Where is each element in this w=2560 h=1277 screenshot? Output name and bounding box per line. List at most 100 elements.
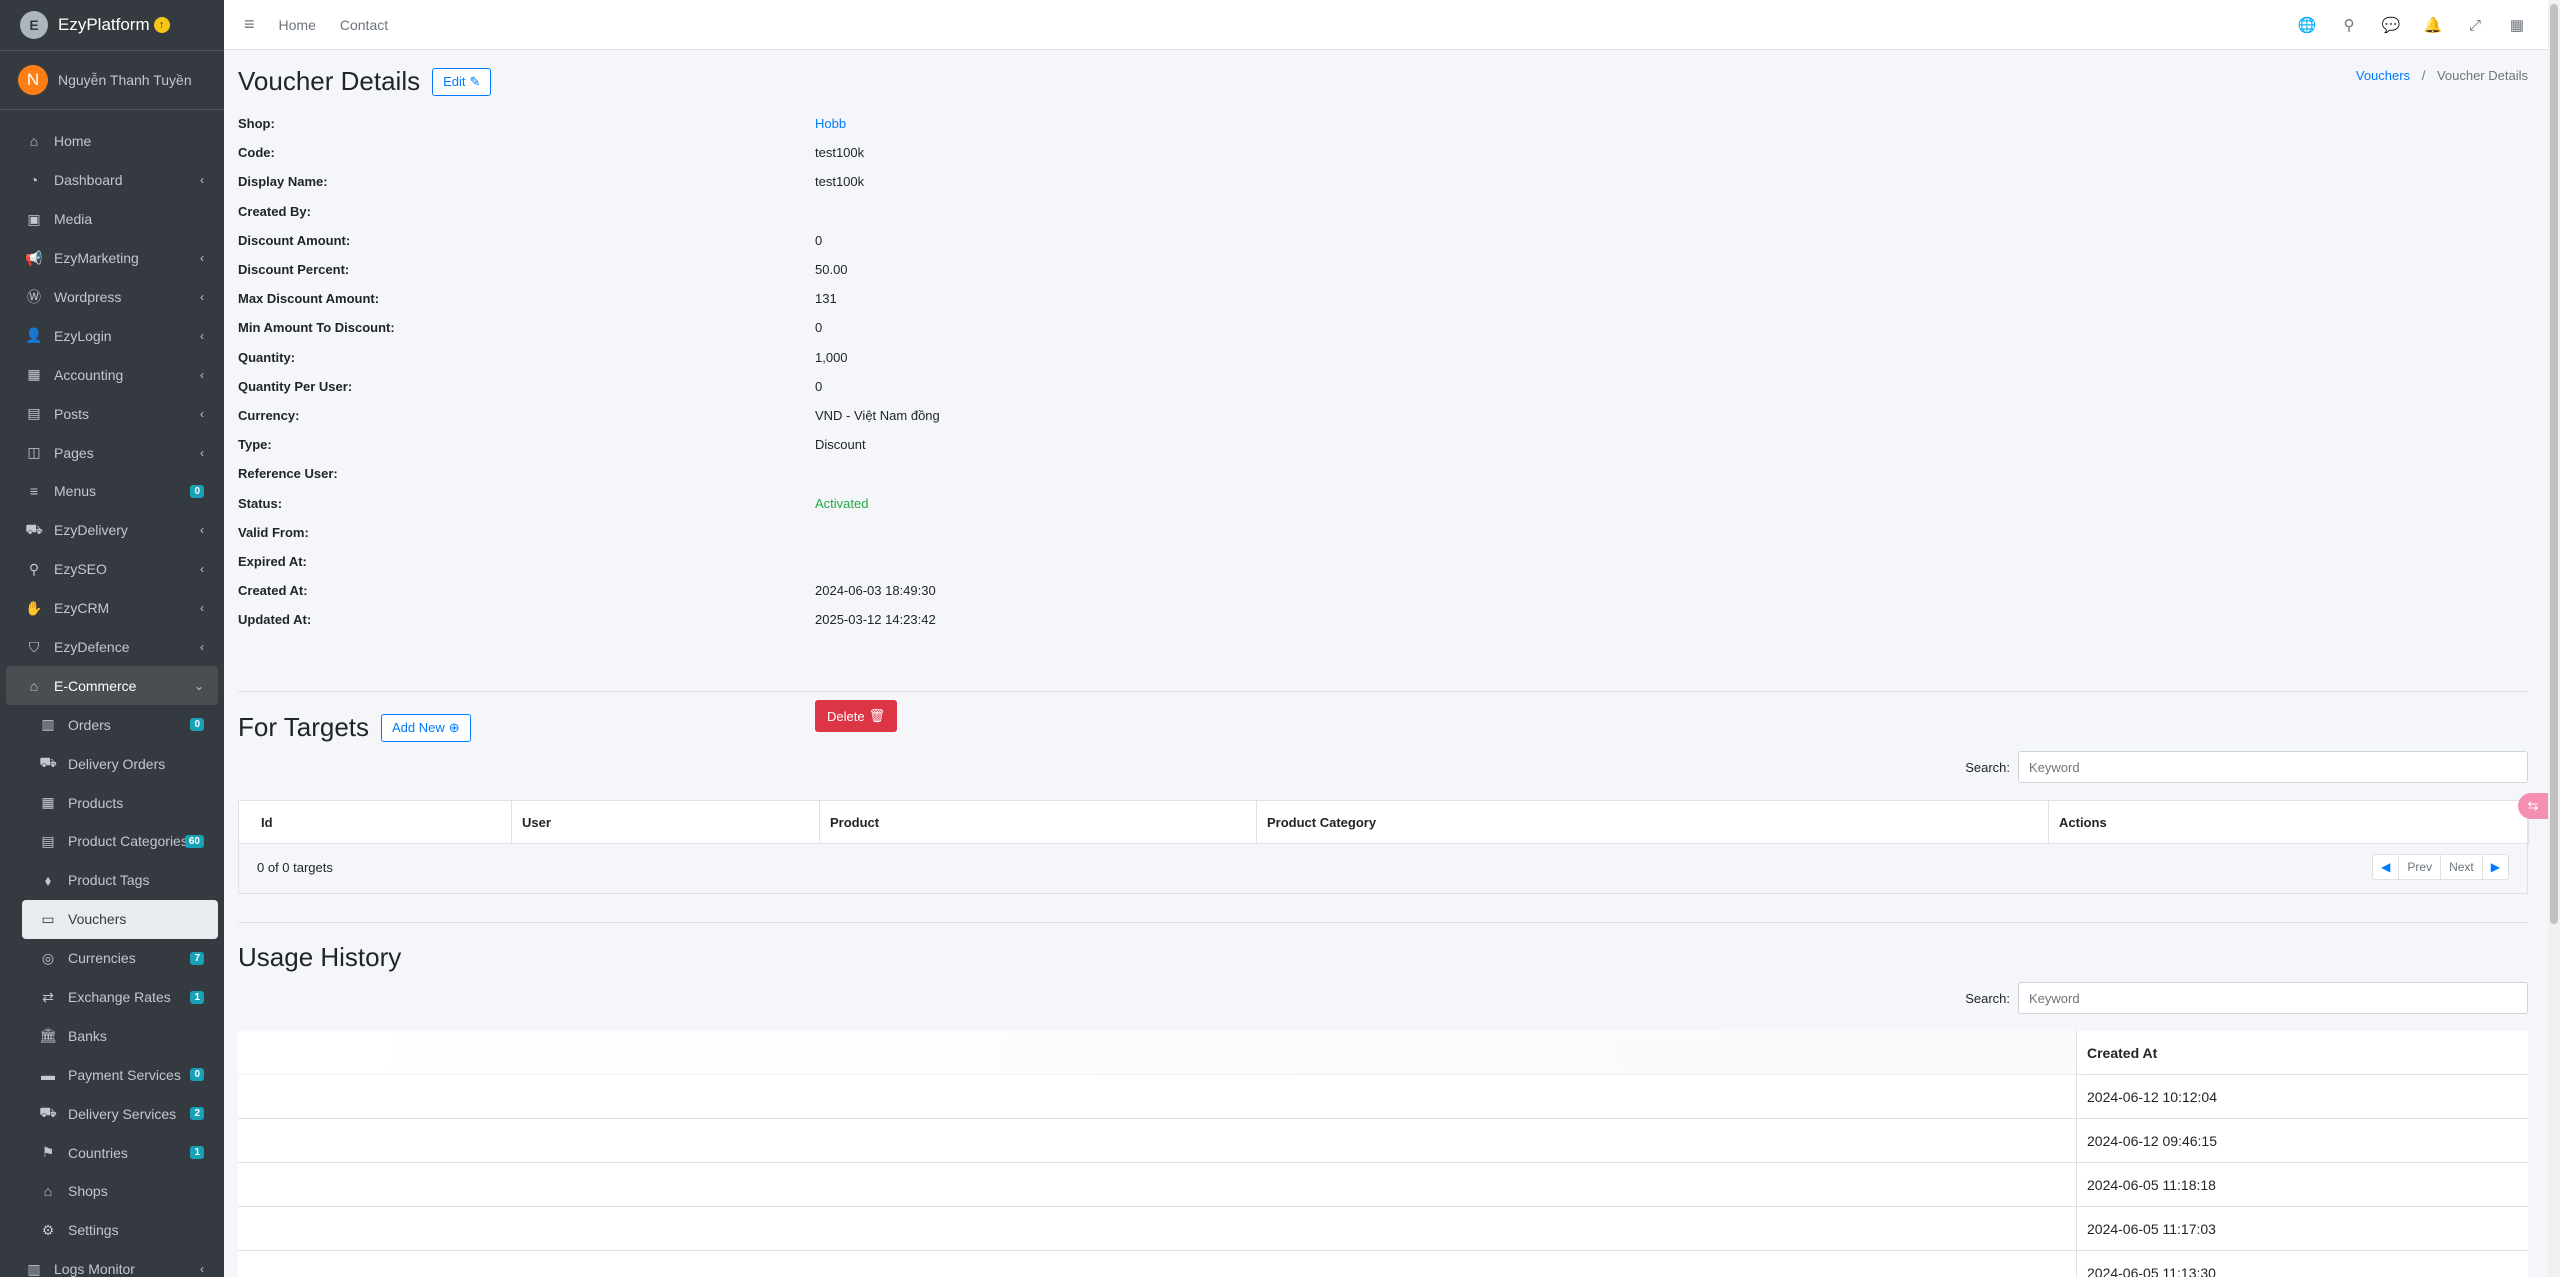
search-icon[interactable]: ⚲	[2328, 16, 2370, 34]
sidebar-item-countries[interactable]: ⚑ Countries 1	[0, 1133, 224, 1172]
user-panel[interactable]: N Nguyễn Thanh Tuyền	[0, 51, 224, 110]
delete-button[interactable]: Delete 🗑	[815, 700, 898, 732]
detail-row: Display Name: test100k	[238, 174, 1638, 194]
sidebar-item-dashboard[interactable]: ◔ Dashboard ‹	[0, 161, 224, 200]
sidebar-item-currencies[interactable]: ◎ Currencies 7	[0, 939, 224, 978]
sidebar-item-pages[interactable]: ◫ Pages ‹	[0, 433, 224, 472]
nav-label: EzyLogin	[54, 327, 112, 344]
column-header-product[interactable]: Product	[820, 801, 1257, 845]
detail-row: Updated At: 2025-03-12 14:23:42	[238, 612, 1638, 632]
search-icon: ⚲	[28, 560, 40, 577]
targets-count: 0 of 0 targets	[257, 860, 333, 875]
created-at-cell: 2024-06-05 11:18:18	[2076, 1163, 2528, 1206]
shield-icon: ⛉	[28, 638, 40, 655]
user-name: Nguyễn Thanh Tuyền	[58, 72, 192, 88]
blurred-headers	[238, 1031, 2076, 1075]
sidebar-item-wordpress[interactable]: Ⓦ Wordpress ‹	[0, 278, 224, 317]
first-page-icon[interactable]: ◀	[2373, 855, 2400, 879]
column-header-product-category[interactable]: Product Category	[1257, 801, 2049, 845]
edit-button[interactable]: Edit ✎	[432, 67, 492, 96]
sidebar-item-media[interactable]: ▣ Media	[0, 200, 224, 239]
credit-card-icon: ▬	[41, 1066, 55, 1083]
detail-value: 0	[815, 232, 823, 248]
sidebar-item-delivery-orders[interactable]: ⛟ Delivery Orders	[0, 744, 224, 783]
sidebar-item-e-commerce[interactable]: ⌂ E-Commerce ⌄	[6, 666, 218, 706]
chevron-left-icon: ‹	[200, 173, 204, 188]
edit-button-label: Edit	[443, 74, 466, 89]
detail-label: Valid From:	[238, 524, 309, 540]
apps-grid-icon[interactable]: ▦	[2496, 16, 2538, 34]
sidebar-item-ezydelivery[interactable]: ⛟ EzyDelivery ‹	[0, 511, 224, 550]
created-at-cell: 2024-06-05 11:13:30	[2076, 1251, 2528, 1277]
created-at-header[interactable]: Created At	[2076, 1031, 2528, 1074]
last-page-icon[interactable]: ▶	[2483, 855, 2508, 879]
targets-search: Search:	[1965, 751, 2528, 783]
detail-value: 1,000	[815, 349, 848, 365]
brand-logo: E	[20, 11, 48, 39]
add-target-button[interactable]: Add New ⊕	[381, 713, 471, 742]
created-at-cell: 2024-06-12 10:12:04	[2076, 1075, 2528, 1118]
blurred-cells	[238, 1207, 2076, 1251]
bell-icon[interactable]: 🔔	[2412, 16, 2454, 34]
sidebar-item-ezylogin[interactable]: 👤 EzyLogin ‹	[0, 316, 224, 355]
nav-label: Dashboard	[54, 172, 123, 189]
sidebar-item-ezycrm[interactable]: ✋ EzyCRM ‹	[0, 589, 224, 628]
sidebar-item-orders[interactable]: ▥ Orders 0	[0, 705, 224, 744]
menu-toggle-icon[interactable]: ≡	[244, 14, 255, 35]
detail-row: Quantity: 1,000	[238, 350, 1638, 370]
usage-search-input[interactable]	[2018, 982, 2528, 1014]
sidebar-item-product-categories[interactable]: ▤ Product Categories 60	[0, 822, 224, 861]
prev-button[interactable]: Prev	[2399, 855, 2442, 879]
targets-search-input[interactable]	[2018, 751, 2528, 783]
top-link-contact[interactable]: Contact	[340, 17, 388, 33]
sidebar-item-payment-services[interactable]: ▬ Payment Services 0	[0, 1055, 224, 1094]
floating-translate-icon[interactable]: ⇆	[2518, 793, 2548, 819]
megaphone-icon: 📢	[25, 249, 43, 266]
comments-icon[interactable]: 💬	[2370, 16, 2412, 34]
sidebar-item-ezyseo[interactable]: ⚲ EzySEO ‹	[0, 550, 224, 589]
detail-row: Max Discount Amount: 131	[238, 291, 1638, 311]
sidebar-item-vouchers[interactable]: ▭ Vouchers	[22, 899, 218, 939]
edit-icon: ✎	[469, 73, 481, 89]
sidebar-item-ezymarketing[interactable]: 📢 EzyMarketing ‹	[0, 239, 224, 278]
brand[interactable]: E EzyPlatform ↑	[0, 0, 224, 51]
bars-icon: ≡	[29, 483, 39, 500]
sidebar-item-exchange-rates[interactable]: ⇄ Exchange Rates 1	[0, 978, 224, 1017]
sidebar-item-accounting[interactable]: ▦ Accounting ‹	[0, 355, 224, 394]
sidebar-item-banks[interactable]: 🏛 Banks	[0, 1016, 224, 1055]
sidebar-item-settings[interactable]: ⚙ Settings	[0, 1211, 224, 1250]
ticket-icon: ▭	[41, 910, 55, 927]
column-header-id[interactable]: Id	[239, 801, 512, 845]
table-row: 2024-06-05 11:13:30	[238, 1251, 2528, 1277]
chevron-left-icon: ‹	[200, 445, 204, 460]
usage-search-label: Search:	[1965, 990, 2010, 1006]
breadcrumb-vouchers[interactable]: Vouchers	[2356, 68, 2410, 83]
globe-icon[interactable]: 🌐	[2286, 16, 2328, 34]
nav-label: Posts	[54, 405, 90, 422]
scroll-thumb[interactable]	[2550, 4, 2558, 924]
sidebar-item-logs-monitor[interactable]: ▥ Logs Monitor ‹	[0, 1250, 224, 1277]
chevron-left-icon: ‹	[200, 290, 204, 304]
count-badge: 1	[190, 1146, 204, 1160]
sidebar-item-products[interactable]: ▦ Products	[0, 783, 224, 822]
detail-value[interactable]: Hobb	[815, 116, 846, 131]
sidebar-item-ezydefence[interactable]: ⛉ EzyDefence ‹	[0, 628, 224, 667]
sidebar-item-product-tags[interactable]: ⬧ Product Tags	[0, 861, 224, 900]
column-header-actions[interactable]: Actions	[2049, 801, 2529, 845]
expand-icon[interactable]: ⤢	[2454, 17, 2496, 34]
page-scrollbar[interactable]	[2548, 0, 2560, 1277]
sidebar-item-delivery-services[interactable]: ⛟ Delivery Services 2	[0, 1094, 224, 1133]
sidebar-item-shops[interactable]: ⌂ Shops	[0, 1172, 224, 1211]
sidebar-item-menus[interactable]: ≡ Menus 0	[0, 472, 224, 511]
usage-search: Search:	[1965, 982, 2528, 1014]
detail-label: Created At:	[238, 583, 308, 599]
next-button[interactable]: Next	[2441, 855, 2483, 879]
detail-value: 131	[815, 291, 837, 307]
nav-label: Vouchers	[68, 911, 127, 928]
sidebar-item-posts[interactable]: ▤ Posts ‹	[0, 394, 224, 433]
top-link-home[interactable]: Home	[279, 17, 316, 33]
handshake-icon: ✋	[25, 599, 43, 616]
nav-label: Orders	[68, 716, 111, 733]
column-header-user[interactable]: User	[512, 801, 820, 845]
sidebar-item-home[interactable]: ⌂ Home	[0, 122, 224, 161]
